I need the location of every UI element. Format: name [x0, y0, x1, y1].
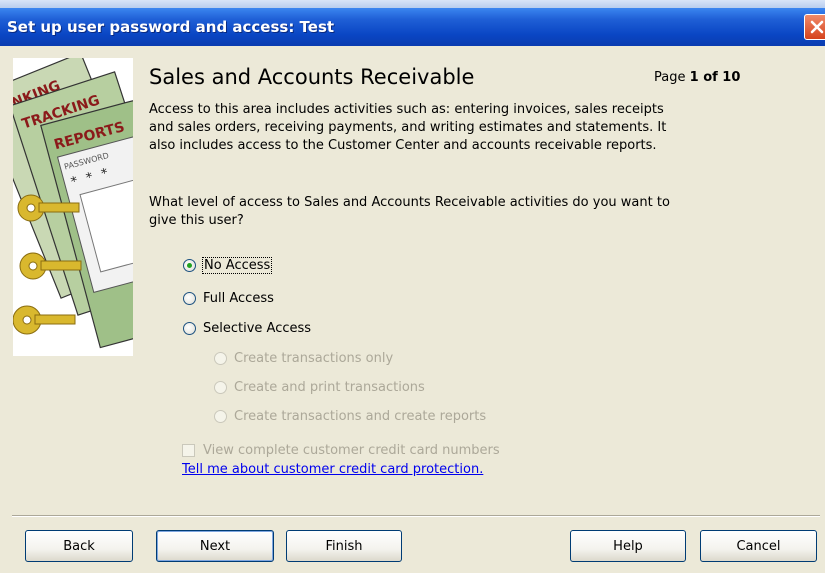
finish-button-label: Finish [325, 538, 363, 554]
back-button-label: Back [63, 538, 95, 554]
radio-label: No Access [201, 256, 273, 274]
radio-button[interactable] [214, 380, 227, 394]
page-label: Page [654, 70, 686, 85]
credit-card-protection-link[interactable]: Tell me about customer credit card prote… [182, 462, 483, 477]
radio-label: Full Access [203, 290, 274, 306]
radio-create-and-reports[interactable]: Create transactions and create reports [214, 407, 486, 425]
help-button[interactable]: Help [570, 530, 686, 562]
security-illustration: BANKING TRACKING REPORTS PASSWORD * * * [0, 52, 208, 356]
close-icon [810, 20, 824, 34]
page-heading: Sales and Accounts Receivable [149, 65, 475, 89]
window-title: Set up user password and access: Test [7, 18, 335, 36]
radio-create-and-print[interactable]: Create and print transactions [214, 378, 425, 396]
radio-button[interactable] [214, 409, 227, 423]
section-description: Access to this area includes activities … [149, 102, 667, 153]
radio-label: Selective Access [203, 320, 312, 336]
page-number: 1 of 10 [689, 70, 741, 85]
radio-no-access[interactable]: No Access [183, 256, 273, 274]
page-indicator: Page 1 of 10 [654, 70, 740, 85]
help-button-label: Help [613, 538, 643, 554]
checkbox-view-credit-card-numbers[interactable]: View complete customer credit card numbe… [182, 441, 500, 459]
access-question: What level of access to Sales and Accoun… [149, 195, 670, 228]
footer-divider [12, 515, 820, 517]
cancel-button[interactable]: Cancel [700, 530, 817, 562]
next-button-label: Next [199, 538, 231, 554]
checkbox-label: View complete customer credit card numbe… [203, 442, 500, 458]
radio-button[interactable] [183, 321, 196, 335]
next-button[interactable]: Next [156, 530, 274, 562]
window-top-strip [0, 0, 825, 8]
radio-selective-access[interactable]: Selective Access [183, 319, 311, 337]
radio-label: Create and print transactions [234, 379, 425, 395]
radio-full-access[interactable]: Full Access [183, 289, 274, 307]
radio-label: Create transactions only [234, 350, 394, 366]
radio-create-transactions-only[interactable]: Create transactions only [214, 349, 393, 367]
close-button[interactable] [804, 14, 825, 40]
checkbox-box[interactable] [182, 443, 195, 457]
finish-button[interactable]: Finish [286, 530, 402, 562]
radio-button[interactable] [183, 291, 196, 305]
cancel-button-label: Cancel [736, 538, 781, 554]
back-button[interactable]: Back [25, 530, 133, 562]
radio-label: Create transactions and create reports [234, 408, 487, 424]
radio-button[interactable] [183, 258, 196, 272]
title-bar[interactable]: Set up user password and access: Test [0, 8, 825, 46]
radio-button[interactable] [214, 351, 227, 365]
